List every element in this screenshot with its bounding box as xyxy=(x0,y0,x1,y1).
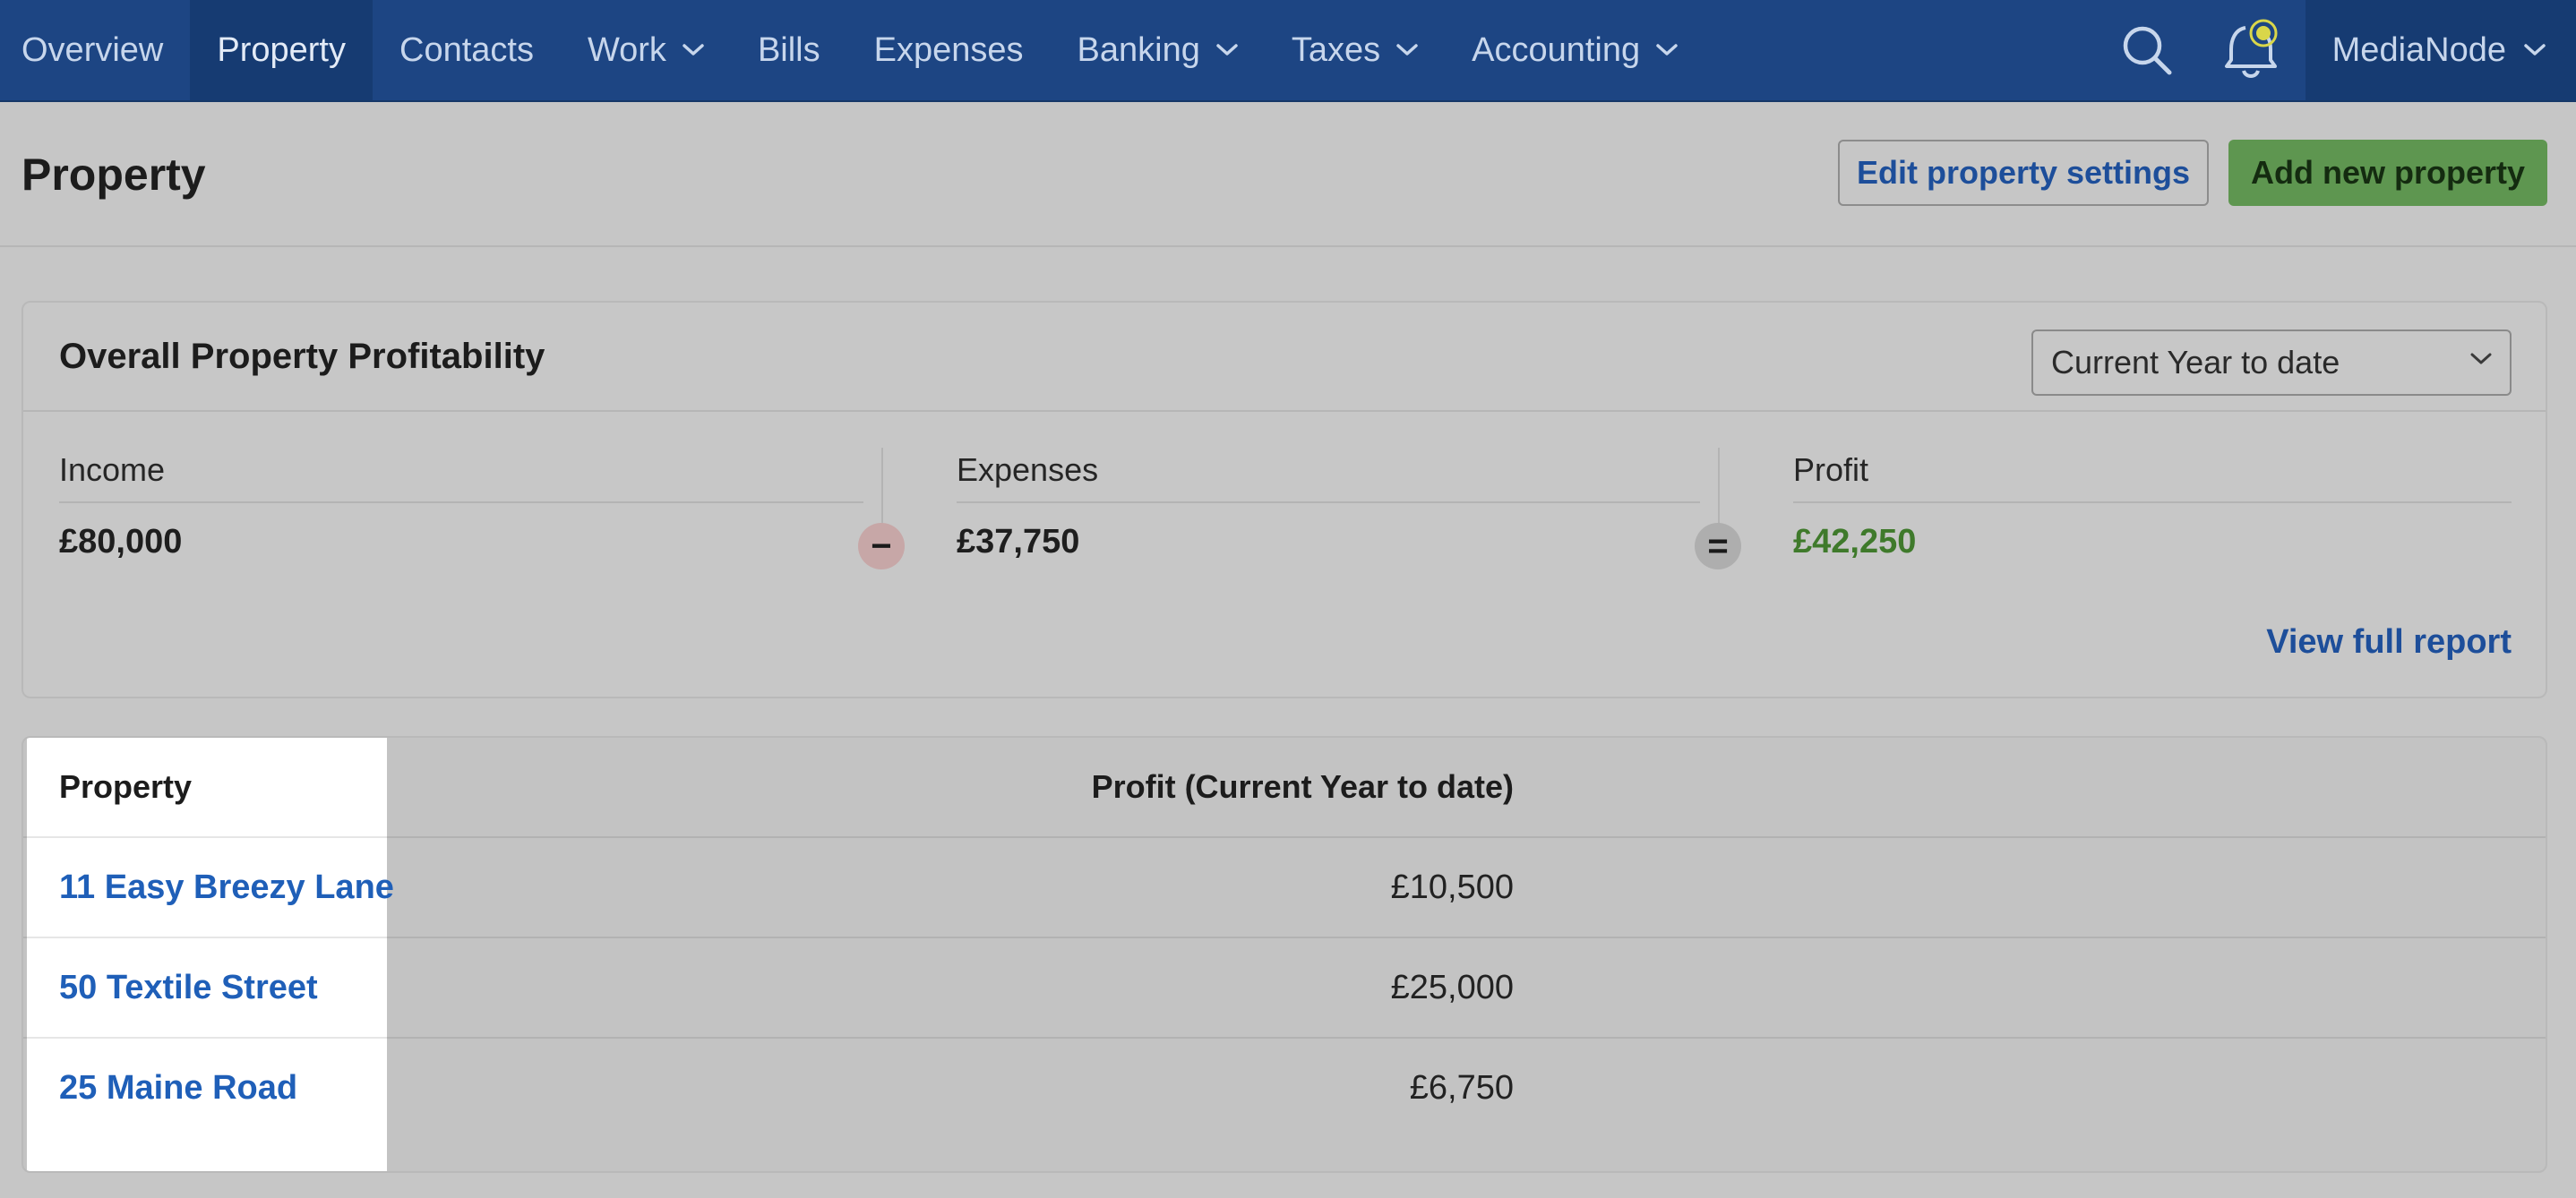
column-header-property: Property xyxy=(59,768,193,805)
bell-icon xyxy=(2224,19,2281,81)
view-full-report-link[interactable]: View full report xyxy=(2266,623,2512,662)
nav-item-taxes[interactable]: Taxes xyxy=(1265,0,1445,100)
divider xyxy=(23,836,2546,838)
property-profit-value: £25,000 xyxy=(1390,969,1514,1006)
top-navigation-bar: Overview Property Contacts Work Bills Ex… xyxy=(0,0,2576,102)
card-title: Overall Property Profitability xyxy=(59,337,545,376)
divider xyxy=(957,501,1700,503)
property-profit-value: £6,750 xyxy=(1409,1069,1514,1107)
search-button[interactable] xyxy=(2094,0,2200,100)
chevron-down-icon xyxy=(2470,353,2492,365)
property-link-easy-breezy-lane[interactable]: 11 Easy Breezy Lane xyxy=(59,869,394,907)
nav-item-label: Banking xyxy=(1077,30,1200,69)
add-new-property-button[interactable]: Add new property xyxy=(2228,140,2547,206)
nav-item-work[interactable]: Work xyxy=(561,0,731,100)
nav-item-label: Taxes xyxy=(1291,30,1381,69)
expenses-value: £37,750 xyxy=(957,523,1080,560)
equals-icon: = xyxy=(1695,523,1741,569)
divider xyxy=(1793,501,2512,503)
nav-item-label: Expenses xyxy=(873,30,1024,69)
divider xyxy=(23,937,2546,938)
divider xyxy=(59,501,863,503)
notifications-button[interactable] xyxy=(2200,0,2306,100)
period-select[interactable]: Current Year to date xyxy=(2031,329,2512,396)
chevron-down-icon xyxy=(1396,44,1418,56)
property-profit-value: £10,500 xyxy=(1390,869,1514,906)
nav-item-expenses[interactable]: Expenses xyxy=(847,0,1051,100)
expenses-label: Expenses xyxy=(957,451,1099,488)
search-icon xyxy=(2121,24,2173,76)
divider xyxy=(23,410,2546,412)
divider xyxy=(23,1037,2546,1039)
account-menu[interactable]: MediaNode xyxy=(2305,0,2576,100)
nav-item-bills[interactable]: Bills xyxy=(731,0,847,100)
chevron-down-icon xyxy=(683,44,704,56)
nav-item-label: Property xyxy=(217,30,346,69)
income-value: £80,000 xyxy=(59,523,183,560)
nav-right-group: MediaNode xyxy=(2094,0,2576,100)
income-label: Income xyxy=(59,451,166,488)
profitability-card: Overall Property Profitability Current Y… xyxy=(21,301,2547,698)
property-link-textile-street[interactable]: 50 Textile Street xyxy=(59,969,318,1007)
nav-item-property[interactable]: Property xyxy=(190,0,373,100)
page-header: Property Edit property settings Add new … xyxy=(0,102,2576,247)
column-header-profit: Profit (Current Year to date) xyxy=(1091,768,1514,805)
edit-property-settings-button[interactable]: Edit property settings xyxy=(1838,140,2209,206)
nav-item-label: Overview xyxy=(21,30,164,69)
chevron-down-icon xyxy=(2524,44,2546,56)
nav-item-label: Work xyxy=(587,30,666,69)
minus-icon: − xyxy=(858,523,905,569)
chevron-down-icon xyxy=(1656,44,1678,56)
nav-item-overview[interactable]: Overview xyxy=(0,0,190,100)
nav-item-label: Bills xyxy=(757,30,820,69)
property-link-maine-road[interactable]: 25 Maine Road xyxy=(59,1069,297,1108)
nav-item-label: Contacts xyxy=(399,30,534,69)
period-select-value: Current Year to date xyxy=(2051,344,2340,381)
account-name: MediaNode xyxy=(2331,30,2506,69)
property-table: Property Profit (Current Year to date) 1… xyxy=(21,736,2547,1173)
chevron-down-icon xyxy=(1216,44,1238,56)
nav-item-contacts[interactable]: Contacts xyxy=(373,0,561,100)
nav-item-label: Accounting xyxy=(1472,30,1641,69)
nav-item-accounting[interactable]: Accounting xyxy=(1445,0,1704,100)
page-title: Property xyxy=(21,150,206,200)
profit-value: £42,250 xyxy=(1793,523,1917,560)
nav-item-banking[interactable]: Banking xyxy=(1051,0,1265,100)
profit-label: Profit xyxy=(1793,451,1869,488)
